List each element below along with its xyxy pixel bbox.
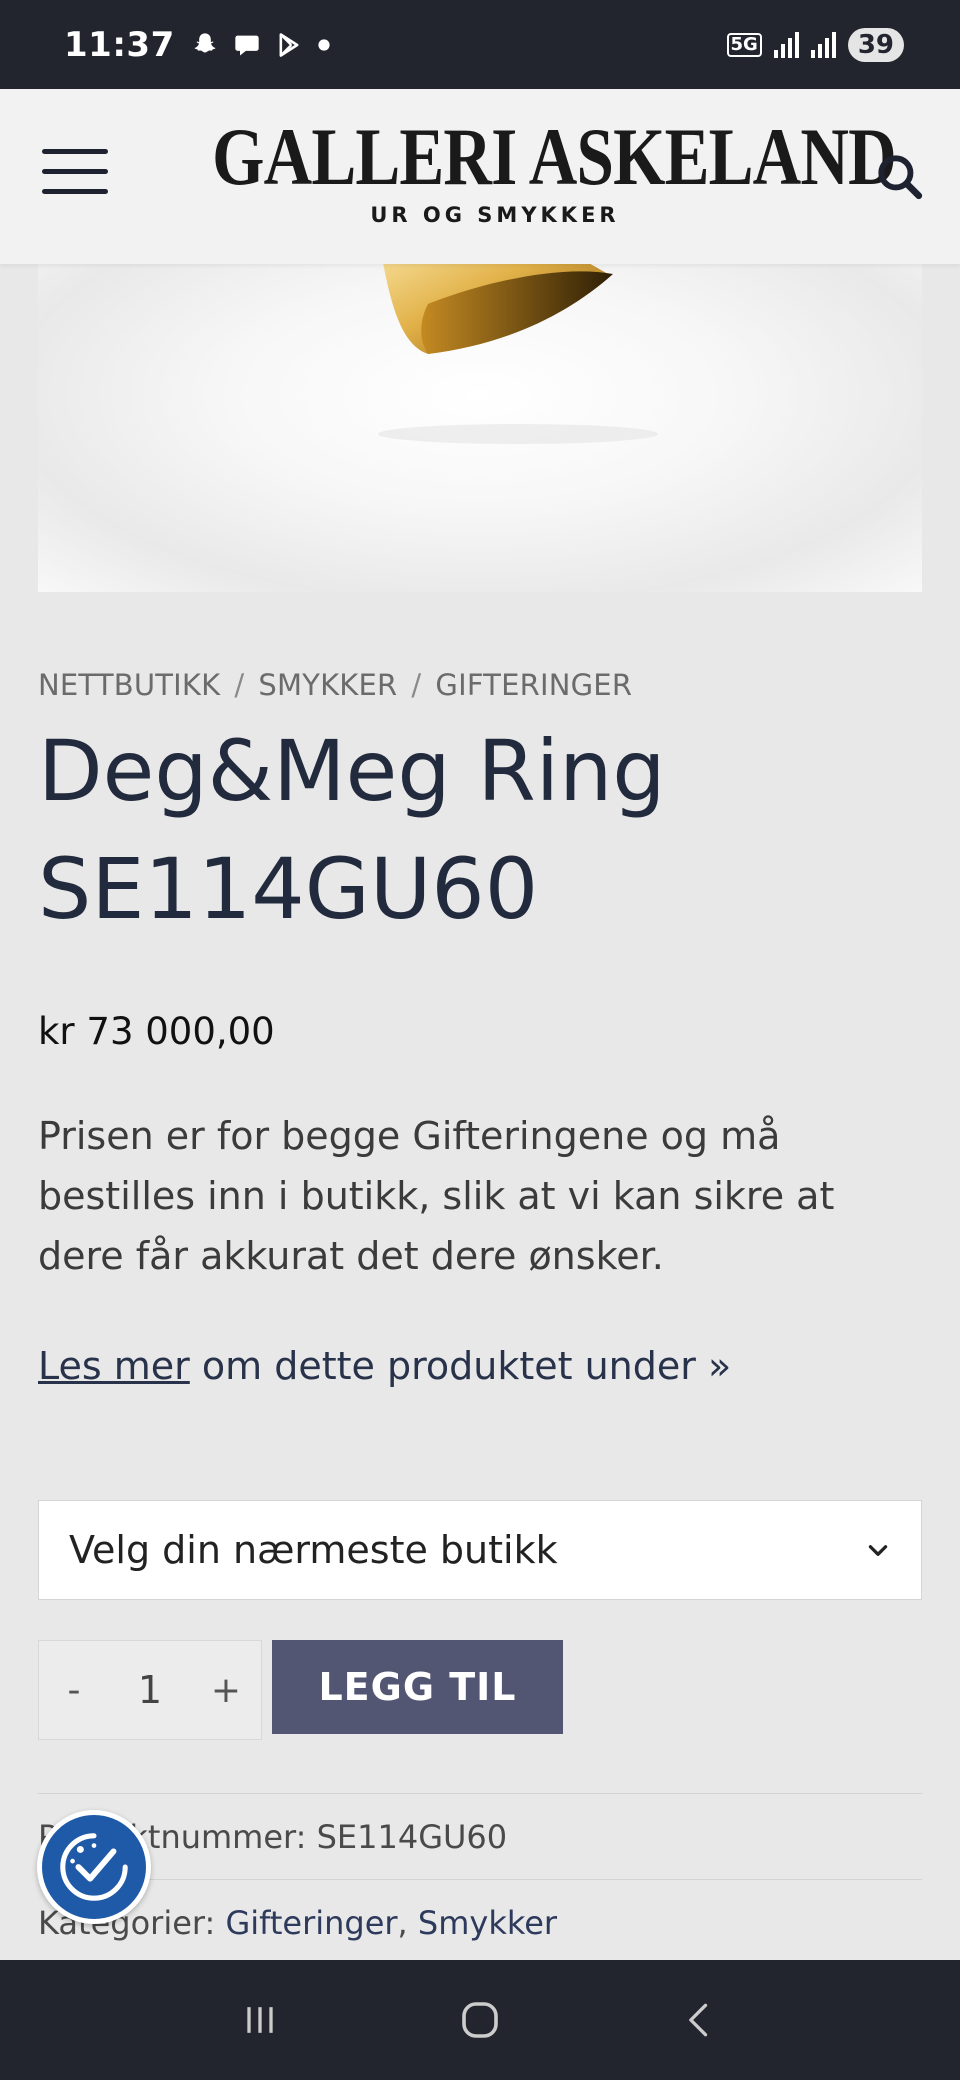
signal-icon [773, 31, 799, 58]
quantity-input[interactable]: 1 [115, 1668, 185, 1712]
read-more-text: om dette produktet under » [189, 1344, 732, 1388]
cookie-check-icon [60, 1833, 128, 1901]
breadcrumb-separator: / [411, 668, 422, 702]
home-icon[interactable] [440, 1980, 520, 2060]
quantity-plus-button[interactable]: + [191, 1641, 261, 1739]
logo-main-text: GALLERI ASKELAND [212, 111, 897, 202]
logo-sub-text: UR OG SMYKKER [370, 203, 620, 227]
search-icon[interactable] [874, 151, 924, 201]
divider [38, 1879, 922, 1880]
logo[interactable]: GALLERI ASKELAND UR OG SMYKKER [150, 111, 897, 228]
quantity-minus-button[interactable]: - [39, 1641, 109, 1739]
recent-apps-icon[interactable] [220, 1980, 300, 2060]
divider [38, 1793, 922, 1794]
breadcrumb-item-smykker[interactable]: SMYKKER [258, 668, 397, 702]
network-5g-icon: 5G [726, 32, 762, 57]
breadcrumb: NETTBUTIKK / SMYKKER / GIFTERINGER [38, 668, 632, 702]
snapchat-icon [194, 32, 216, 52]
dot-icon [318, 38, 330, 51]
quantity-stepper: - 1 + [38, 1640, 262, 1740]
battery-indicator: 39 [847, 27, 904, 62]
product-title: Deg&Meg Ring SE114GU60 [38, 722, 666, 938]
category-separator: , [397, 1904, 408, 1942]
category-link-gifteringer[interactable]: Gifteringer [225, 1904, 397, 1942]
site-header: GALLERI ASKELAND UR OG SMYKKER [0, 89, 960, 264]
notification-icons [191, 31, 331, 59]
breadcrumb-item-nettbutikk[interactable]: NETTBUTIKK [38, 668, 220, 702]
product-image[interactable] [38, 264, 922, 592]
hamburger-menu-icon[interactable] [42, 149, 108, 197]
cookie-consent-button[interactable] [37, 1810, 151, 1924]
chevron-down-icon [868, 1545, 888, 1556]
back-icon[interactable] [660, 1980, 740, 2060]
store-select-value: Velg din nærmeste butikk [69, 1528, 558, 1572]
gold-ring-image [378, 264, 658, 444]
status-right: 5G 39 [726, 27, 904, 62]
product-description: Prisen er for begge Gifteringene og må b… [38, 1114, 835, 1278]
read-more-link[interactable]: Les mer [38, 1344, 190, 1388]
sku-value: SE114GU60 [316, 1818, 508, 1856]
breadcrumb-item-gifteringer[interactable]: GIFTERINGER [435, 668, 632, 702]
product-price: kr 73 000,00 [38, 1010, 275, 1053]
status-bar: 11:37 5G 39 [0, 0, 960, 89]
signal-icon-2 [810, 31, 836, 58]
breadcrumb-separator: / [234, 668, 245, 702]
chat-bubble-icon [235, 35, 259, 55]
add-to-cart-button[interactable]: LEGG TIL [272, 1640, 563, 1734]
store-select[interactable]: Velg din nærmeste butikk [38, 1500, 922, 1600]
status-time: 11:37 [64, 24, 175, 65]
category-link-smykker[interactable]: Smykker [418, 1904, 557, 1942]
system-nav-bar [0, 1960, 960, 2080]
play-store-icon [279, 32, 299, 57]
read-more: Les mer om dette produktet under » [38, 1344, 731, 1388]
